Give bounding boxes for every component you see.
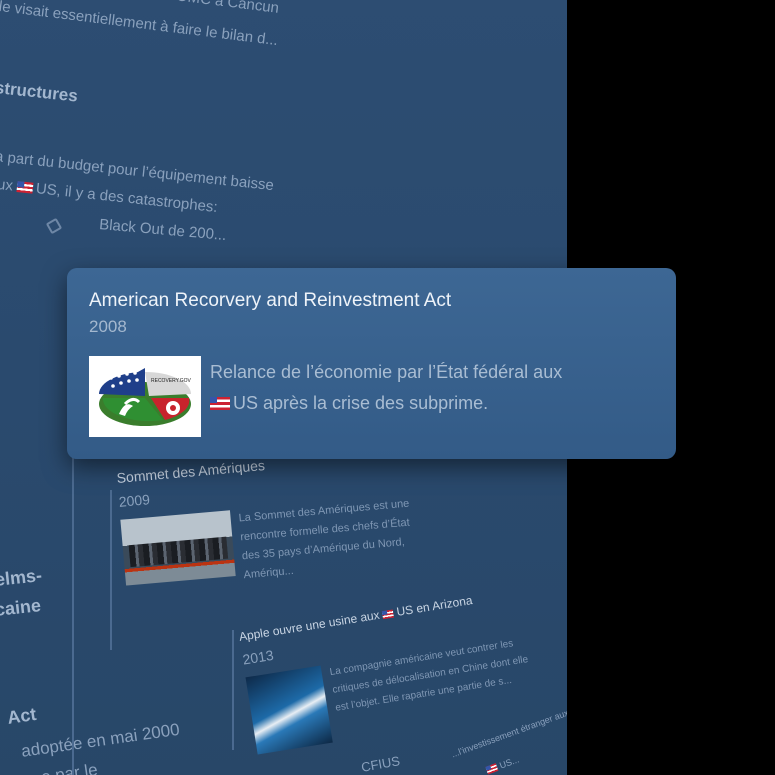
event-thumbnail — [245, 665, 333, 755]
us-flag-icon — [382, 609, 395, 620]
timeline-branch — [110, 490, 112, 650]
bg-line-blackout: Black Out de 200... — [98, 216, 228, 245]
timeline-axis — [72, 450, 74, 775]
bg-line-caine: caine — [0, 595, 42, 620]
event-title-post: US en Arizona — [395, 593, 474, 619]
popup-year: 2008 — [89, 317, 127, 336]
recovery-pie-icon: RECOVERY.GOV — [99, 368, 191, 426]
us-flag-icon — [485, 763, 499, 775]
bg-line-omc: de l’OMC à Cancun — [147, 0, 280, 17]
event-description: La compagnie américaine veut contrer les… — [328, 638, 529, 714]
bg-line-structures: structures — [0, 78, 79, 106]
popup-description-line1: Relance de l’économie par l’État fédéral… — [210, 362, 563, 382]
us-flag-icon — [16, 181, 34, 194]
timeline-branch-2 — [232, 630, 234, 750]
us-flag-icon — [210, 397, 230, 410]
bg-line-cfius: CFIUS — [360, 753, 402, 775]
logo-text: RECOVERY.GOV — [151, 378, 191, 384]
bg-line-invest-2-text: US... — [498, 754, 521, 771]
recovery-logo-image: RECOVERY.GOV — [89, 356, 201, 437]
popup-description: Relance de l’économie par l’État fédéral… — [210, 357, 650, 419]
bg-line-aux: ux — [0, 176, 14, 195]
link-icon — [45, 217, 63, 235]
timeline-view: de l’OMC à Cancun le visait essentiellem… — [0, 0, 775, 775]
event-description: La Sommet des Amériques est une rencontr… — [238, 497, 411, 582]
event-thumbnail — [120, 510, 236, 586]
bg-line-act: Act — [6, 703, 38, 728]
bg-line-invest-2: US... — [485, 754, 520, 775]
event-card-apple[interactable]: Apple ouvre une usine aux US en Arizona … — [238, 586, 538, 755]
bg-line-par-le: e par le — [40, 760, 99, 775]
popup-title: American Recorvery and Reinvestment Act — [89, 290, 452, 311]
bg-line-elms: elms- — [0, 565, 43, 590]
bg-line-adoptee: adoptée en mai 2000 — [20, 719, 181, 761]
event-card-sommet[interactable]: Sommet des Amériques 2009 La Sommet des … — [116, 443, 434, 595]
event-popup-card[interactable]: American Recorvery and Reinvestment Act … — [67, 268, 676, 459]
popup-description-line2: US après la crise des subprime. — [233, 393, 489, 413]
